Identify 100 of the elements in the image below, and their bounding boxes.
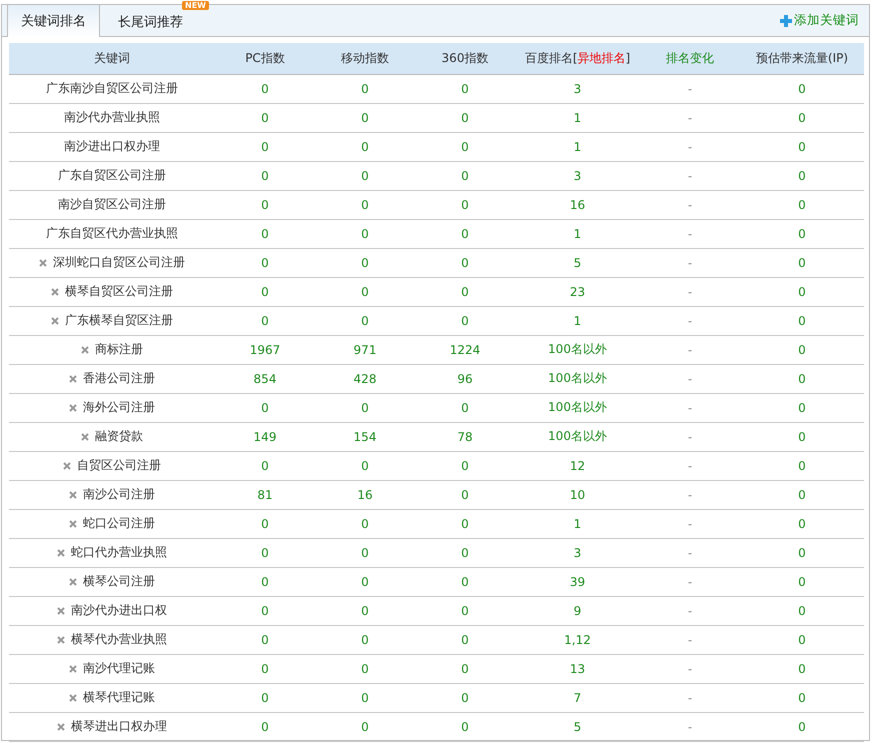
table-cell: 854	[254, 372, 276, 386]
table-cell: 100名以外	[548, 429, 607, 443]
keyword: 融资贷款	[95, 428, 143, 445]
table-cell: 0	[361, 400, 369, 414]
table-cell: 5	[574, 720, 582, 734]
table-cell: 0	[361, 662, 369, 676]
table-cell: -	[688, 516, 692, 530]
column-header: 关键词	[94, 50, 130, 65]
table-cell: -	[688, 168, 692, 182]
remove-icon[interactable]	[69, 694, 77, 702]
remove-icon[interactable]	[57, 636, 65, 644]
table-cell: 428	[354, 372, 376, 386]
remove-icon[interactable]	[69, 578, 77, 586]
table-cell: -	[688, 284, 692, 298]
table-cell: 0	[798, 110, 806, 124]
table-cell: 0	[361, 314, 369, 328]
tab[interactable]: 关键词排名	[7, 5, 100, 37]
table-cell: 0	[461, 284, 469, 298]
table-cell: 0	[461, 662, 469, 676]
table-cell: 0	[261, 458, 269, 472]
table-cell: 7	[574, 690, 582, 704]
table-cell: 0	[798, 372, 806, 386]
remove-icon[interactable]	[57, 606, 65, 614]
keyword: 南沙进出口权办理	[64, 138, 160, 155]
table-cell: 0	[798, 604, 806, 618]
table-cell: 0	[461, 458, 469, 472]
table-cell: 0	[461, 256, 469, 270]
table-cell: 1	[574, 110, 582, 124]
table-cell: 0	[461, 546, 469, 560]
table-cell: 1	[574, 140, 582, 154]
table-cell: 0	[261, 82, 269, 96]
keyword: 南沙代办进出口权	[71, 602, 167, 619]
table-cell: 23	[570, 284, 586, 298]
table-cell: 1,12	[564, 632, 591, 646]
table-cell: 0	[361, 458, 369, 472]
table-cell: 0	[798, 226, 806, 240]
table-cell: 16	[357, 488, 373, 502]
table-cell: 0	[798, 256, 806, 270]
table-cell: 96	[457, 372, 473, 386]
table-cell: 100名以外	[548, 371, 607, 385]
table-cell: 0	[461, 604, 469, 618]
column-header: 预估带来流量(IP)	[756, 50, 848, 65]
table-cell: 0	[261, 284, 269, 298]
table-cell: 0	[798, 284, 806, 298]
table-cell: 0	[461, 720, 469, 734]
table-cell: 0	[461, 140, 469, 154]
remove-icon[interactable]	[57, 548, 65, 556]
table-cell: 0	[798, 400, 806, 414]
table-cell: 81	[257, 488, 273, 502]
remove-icon[interactable]	[69, 664, 77, 672]
remove-icon[interactable]	[57, 722, 65, 730]
remove-icon[interactable]	[51, 316, 59, 324]
remove-icon[interactable]	[69, 520, 77, 528]
table-cell: 0	[798, 662, 806, 676]
remove-icon[interactable]	[39, 258, 47, 266]
table-cell: 0	[798, 168, 806, 182]
table-cell: 100名以外	[548, 342, 607, 356]
table-cell: 154	[354, 430, 376, 444]
table-cell: 149	[254, 430, 276, 444]
table-cell: 3	[574, 168, 582, 182]
table-cell: -	[688, 632, 692, 646]
remove-icon[interactable]	[81, 346, 89, 354]
table-cell: 0	[261, 140, 269, 154]
table-cell: 12	[570, 458, 586, 472]
table-cell: 5	[574, 256, 582, 270]
table-cell: 0	[261, 632, 269, 646]
table-cell: 0	[461, 516, 469, 530]
keyword: 横琴公司注册	[83, 573, 155, 590]
table-cell: 0	[361, 720, 369, 734]
remove-icon[interactable]	[81, 432, 89, 440]
remove-icon[interactable]	[69, 374, 77, 382]
remove-icon[interactable]	[69, 404, 77, 412]
keyword: 广东南沙自贸区公司注册	[46, 80, 178, 97]
table-cell: 0	[798, 342, 806, 356]
table-cell: 0	[361, 632, 369, 646]
table-cell: -	[688, 690, 692, 704]
remove-icon[interactable]	[69, 490, 77, 498]
table-cell: 0	[798, 690, 806, 704]
remove-icon[interactable]	[63, 462, 71, 470]
table-cell: 0	[798, 720, 806, 734]
table-cell: 0	[461, 574, 469, 588]
remove-icon[interactable]	[51, 288, 59, 296]
column-header: 360指数	[442, 50, 488, 65]
table-cell: 0	[361, 574, 369, 588]
table-cell: -	[688, 430, 692, 444]
table-cell: 39	[570, 574, 586, 588]
table-cell: 13	[570, 662, 586, 676]
table-cell: 0	[261, 314, 269, 328]
table-cell: 0	[361, 284, 369, 298]
keyword: 海外公司注册	[83, 399, 155, 416]
keyword: 广东自贸区代办营业执照	[46, 225, 178, 242]
add-keyword-button[interactable]: 添加关键词	[780, 12, 859, 29]
table-cell: 78	[457, 430, 473, 444]
table-cell: 0	[361, 168, 369, 182]
table-cell: -	[688, 314, 692, 328]
table-cell: 0	[261, 256, 269, 270]
table-cell: 0	[798, 574, 806, 588]
table-cell: 0	[798, 488, 806, 502]
table-cell: 0	[261, 720, 269, 734]
table-cell: 0	[361, 516, 369, 530]
